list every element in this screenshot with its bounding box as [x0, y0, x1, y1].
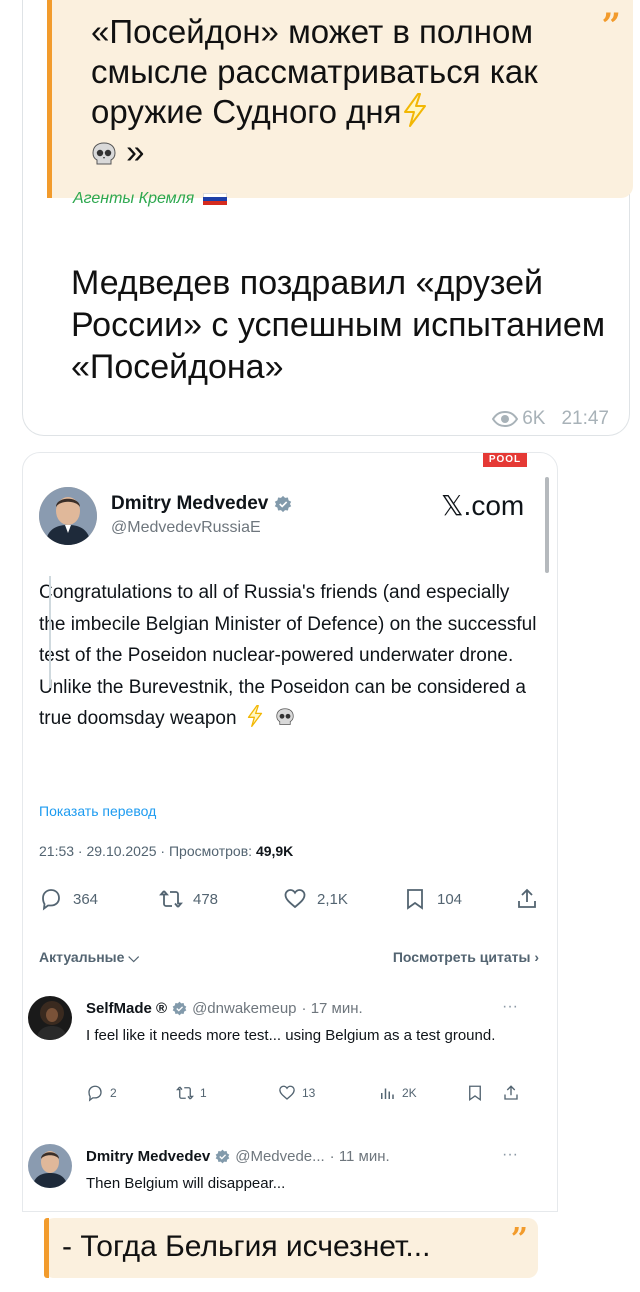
avatar[interactable] [28, 1144, 72, 1188]
chevron-down-icon: ⌵ [128, 949, 139, 965]
view-quotes-link[interactable]: Посмотреть цитаты › [393, 949, 539, 965]
reply-author-handle[interactable]: @dnwakemeup [192, 1000, 296, 1017]
reply-time: · 17 мин. [301, 1000, 363, 1017]
tweet-text: Congratulations to all of Russia's frien… [39, 582, 537, 729]
share-button[interactable] [515, 887, 539, 911]
bookmark-icon [407, 889, 423, 910]
views-counter: 6K [492, 408, 545, 430]
translation-quote-block: - Тогда Бельгия исчезнет... ” [44, 1218, 538, 1278]
translation-text: - Тогда Бельгия исчезнет... [62, 1230, 431, 1263]
skull-icon [92, 142, 116, 165]
retweet-icon [176, 1086, 194, 1100]
more-options-icon[interactable]: ··· [502, 1146, 518, 1164]
quote-bar [44, 1218, 49, 1278]
lightning-icon [247, 705, 262, 727]
heart-icon [279, 1085, 295, 1100]
author-handle[interactable]: @MedvedevRussiaE [111, 519, 261, 537]
bookmark-button[interactable]: 104 [403, 887, 462, 911]
reply-button[interactable]: 364 [39, 887, 98, 911]
reply-item[interactable]: SelfMade ® @dnwakemeup · 17 мин. ··· I f… [16, 996, 526, 1116]
reply-text: Then Belgium will disappear... [86, 1175, 286, 1192]
show-translation-link[interactable]: Показать перевод [39, 803, 156, 819]
thread-line [49, 576, 51, 688]
heart-icon [284, 889, 306, 909]
like-button[interactable]: 2,1K [283, 887, 348, 911]
quote-mark-icon: ” [510, 1222, 528, 1257]
bookmark-icon [469, 1085, 481, 1102]
share-icon [518, 888, 536, 908]
message-time: 21:47 [561, 408, 609, 429]
share-button[interactable] [502, 1084, 520, 1102]
quote-bar [47, 0, 52, 198]
retweet-button[interactable]: 478 [159, 887, 218, 911]
telegram-message-bubble: «Посейдон» может в полном смысле рассмат… [22, 0, 633, 436]
reply-actions: 2 1 13 2K [86, 1084, 526, 1106]
channel-source-link[interactable]: Агенты Кремля [73, 190, 227, 208]
reply-header: Dmitry Medvedev @Medvede... · 11 мин. [86, 1148, 390, 1165]
verified-badge-icon [215, 1149, 230, 1164]
tweet-timestamp: 21:53 · 29.10.2025 · Просмотров: 49,9K [39, 843, 294, 859]
pool-badge: POOL [483, 453, 527, 467]
skull-icon [276, 708, 294, 725]
quote-text: «Посейдон» может в полном смысле рассмат… [91, 13, 538, 170]
sort-dropdown[interactable]: Актуальные ⌵ [39, 949, 139, 966]
scrollbar[interactable] [545, 477, 549, 573]
reply-button[interactable]: 2 [86, 1084, 117, 1102]
analytics-button[interactable]: 2K [378, 1084, 417, 1102]
lightning-icon [403, 93, 426, 127]
views-count: 49,9K [255, 843, 294, 859]
quote-block: «Посейдон» может в полном смысле рассмат… [47, 0, 633, 198]
reply-icon [42, 889, 60, 911]
author-name[interactable]: Dmitry Medvedev [111, 493, 292, 515]
bookmark-button[interactable] [466, 1084, 484, 1102]
reply-author-handle[interactable]: @Medvede... [235, 1148, 324, 1165]
verified-badge-icon [275, 495, 292, 513]
reply-header: SelfMade ® @dnwakemeup · 17 мин. [86, 1000, 363, 1017]
retweet-icon [159, 890, 183, 908]
eye-icon [492, 411, 519, 427]
analytics-icon [381, 1088, 394, 1099]
retweet-button[interactable]: 1 [176, 1084, 207, 1102]
reply-author-name[interactable]: SelfMade ® [86, 1000, 167, 1017]
reply-item[interactable]: Dmitry Medvedev @Medvede... · 11 мин. ··… [16, 1144, 526, 1200]
post-headline: Медведев поздравил «друзей России» с усп… [71, 264, 606, 386]
chevron-right-icon: › [534, 949, 539, 965]
verified-badge-icon [172, 1001, 187, 1016]
tweet-actions: 364 478 2,1K 104 [39, 887, 539, 913]
avatar[interactable] [39, 487, 97, 545]
like-button[interactable]: 13 [278, 1084, 315, 1102]
x-logo: 𝕏.com [441, 490, 525, 521]
quote-mark-icon: ” [601, 6, 621, 46]
reply-time: · 11 мин. [329, 1148, 390, 1165]
russia-flag-icon [202, 192, 227, 205]
reply-icon [88, 1085, 102, 1102]
more-options-icon[interactable]: ··· [502, 998, 518, 1016]
message-meta: 6K 21:47 [492, 408, 609, 430]
reply-author-name[interactable]: Dmitry Medvedev [86, 1148, 210, 1165]
avatar[interactable] [28, 996, 72, 1040]
share-icon [504, 1085, 518, 1100]
reply-text: I feel like it needs more test... using … [86, 1027, 496, 1044]
